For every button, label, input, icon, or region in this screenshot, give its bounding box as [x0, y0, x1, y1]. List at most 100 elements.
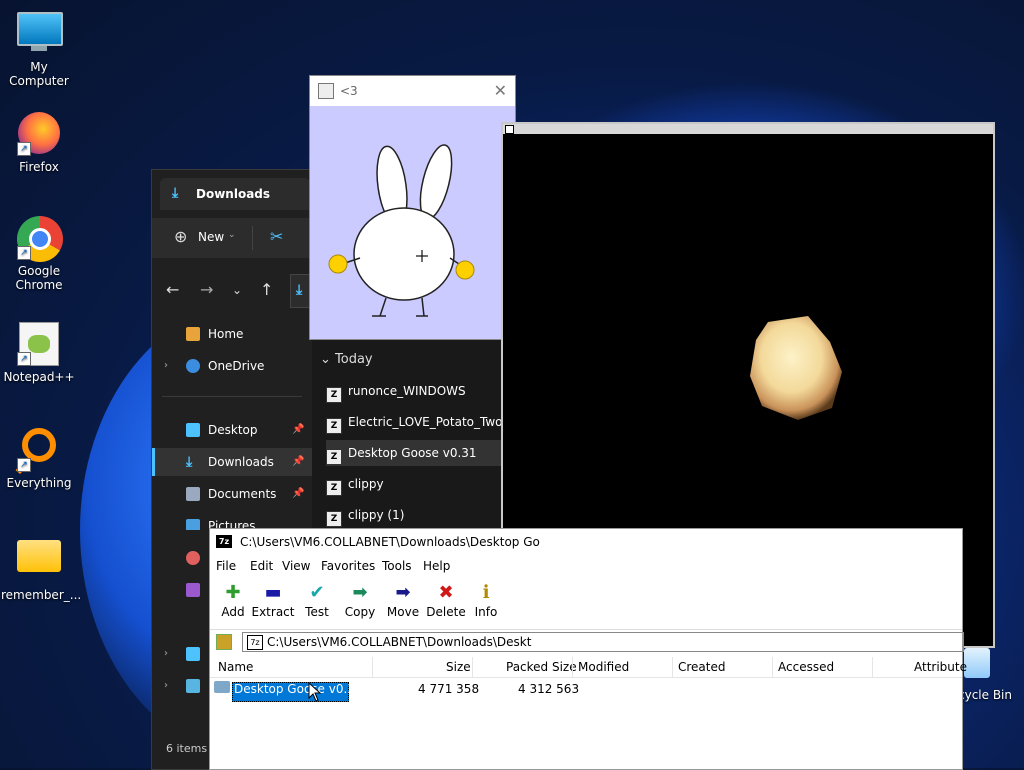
toolbar-label: Move	[386, 605, 420, 619]
address-field[interactable]: 7z C:\Users\VM6.COLLABNET\Downloads\Desk…	[242, 632, 964, 652]
group-header-label: Today	[335, 352, 373, 367]
list-item[interactable]: Z Electric_LOVE_Potato_TwoPo	[326, 409, 506, 435]
status-item-count: 6 items	[166, 742, 208, 755]
copy-button[interactable]: ➡ Copy	[337, 581, 383, 625]
column-divider[interactable]	[372, 657, 373, 677]
list-item[interactable]: Zclippy	[326, 471, 506, 497]
pc-icon	[186, 647, 200, 661]
column-header-packed-size[interactable]: Packed Size	[506, 660, 577, 674]
forward-arrow-icon[interactable]: →	[200, 280, 213, 299]
menu-tools[interactable]: Tools	[382, 559, 412, 573]
column-header-modified[interactable]: Modified	[578, 660, 629, 674]
desktop-icon-label: Google Chrome	[15, 264, 63, 292]
column-header-accessed[interactable]: Accessed	[778, 660, 834, 674]
download-icon: ⤓	[296, 282, 303, 298]
documents-icon	[186, 487, 200, 501]
test-button[interactable]: ✔ Test	[294, 581, 340, 625]
menu-view[interactable]: View	[282, 559, 310, 573]
file-name: runonce_WINDOWS	[348, 384, 466, 398]
column-header-created[interactable]: Created	[678, 660, 726, 674]
heart-window-titlebar[interactable]: <3 ✕	[310, 76, 515, 106]
desktop-icon-notepadpp[interactable]: ↗ Notepad++	[1, 322, 77, 384]
cut-icon[interactable]: ✂	[270, 227, 283, 246]
up-arrow-icon[interactable]: ↑	[260, 280, 273, 299]
desktop-icon-recycle-bin[interactable]: cycle Bin	[958, 648, 1024, 702]
sidebar-item-label: OneDrive	[208, 359, 265, 373]
folder-icon	[214, 681, 230, 693]
extract-button[interactable]: ▬ Extract	[250, 581, 296, 625]
menu-help[interactable]: Help	[423, 559, 450, 573]
folder-icon	[17, 540, 61, 584]
pin-icon[interactable]: 📌	[292, 480, 304, 508]
desktop-icon-my-computer[interactable]: My Computer	[1, 8, 77, 88]
folder-up-icon[interactable]	[216, 634, 232, 650]
delete-button[interactable]: ✖ Delete	[423, 581, 469, 625]
list-item[interactable]: Zclippy (1)	[326, 502, 506, 528]
pictures-icon	[186, 519, 200, 530]
extract-icon: ▬	[264, 582, 282, 603]
desktop-icon-chrome[interactable]: ↗ Google Chrome	[1, 216, 77, 292]
sidebar-item-onedrive[interactable]: › OneDrive	[152, 352, 310, 380]
list-item[interactable]: Z Desktop Goose v0.31	[326, 440, 506, 466]
zip-file-icon: Z	[326, 387, 342, 403]
notepad-plus-plus-icon: ↗	[17, 322, 61, 366]
chevron-right-icon: ›	[164, 648, 168, 659]
menu-favorites[interactable]: Favorites	[321, 559, 375, 573]
pin-icon[interactable]: 📌	[292, 448, 304, 476]
table-row[interactable]: Desktop Goose v0.31 4 771 358 4 312 563	[210, 679, 962, 702]
close-icon[interactable]: ✕	[494, 81, 507, 100]
zip-file-icon: Z	[326, 511, 342, 527]
desktop-icon-label: Firefox	[19, 160, 59, 174]
chevron-down-icon[interactable]: ⌄	[232, 283, 242, 297]
delete-icon: ✖	[438, 582, 454, 603]
column-divider[interactable]	[872, 657, 873, 677]
column-divider[interactable]	[672, 657, 673, 677]
menu-file[interactable]: File	[216, 559, 236, 573]
list-item[interactable]: Zrunonce_WINDOWS	[326, 378, 506, 404]
desktop-icon-firefox[interactable]: ↗ Firefox	[1, 112, 77, 174]
file-name: clippy (1)	[348, 508, 405, 522]
mouse-cursor-icon	[308, 682, 322, 702]
column-header-attributes[interactable]: Attribute	[914, 660, 967, 674]
sidebar-item-downloads[interactable]: ⤓ Downloads 📌	[152, 448, 313, 476]
potato-sprite	[750, 316, 842, 420]
window-title: C:\Users\VM6.COLLABNET\Downloads\Desktop…	[240, 535, 540, 549]
back-arrow-icon[interactable]: ←	[166, 280, 179, 299]
column-header-name[interactable]: Name	[218, 660, 253, 674]
firefox-icon: ↗	[17, 112, 61, 156]
desktop-icon-everything[interactable]: ↗ Everything	[1, 428, 77, 490]
sidebar-item-desktop[interactable]: Desktop 📌	[152, 416, 310, 444]
info-button[interactable]: ℹ Info	[466, 581, 506, 625]
desktop-icon-label: Everything	[6, 476, 72, 490]
column-divider[interactable]	[572, 657, 573, 677]
address-row: 7z C:\Users\VM6.COLLABNET\Downloads\Desk…	[210, 629, 964, 654]
chrome-icon: ↗	[17, 216, 63, 262]
cloud-icon	[186, 359, 200, 373]
group-header-today[interactable]: ⌄ Today	[320, 352, 373, 367]
pin-icon[interactable]: 📌	[292, 416, 304, 444]
column-divider[interactable]	[772, 657, 773, 677]
download-icon: ⤓	[186, 454, 193, 470]
window-menu-icon[interactable]	[505, 125, 514, 134]
recycle-bin-icon	[964, 648, 990, 678]
menu-edit[interactable]: Edit	[250, 559, 273, 573]
column-divider[interactable]	[472, 657, 473, 677]
address-text: C:\Users\VM6.COLLABNET\Downloads\Deskt	[267, 635, 532, 649]
new-button[interactable]: New	[198, 230, 224, 244]
sidebar-item-documents[interactable]: Documents 📌	[152, 480, 310, 508]
sidebar-item-home[interactable]: Home	[152, 320, 310, 348]
test-icon: ✔	[309, 582, 325, 603]
desktop-icon-remember[interactable]: remember_...	[1, 532, 81, 602]
download-icon: ⤓	[172, 185, 179, 201]
sidebar-item-label: Downloads	[208, 455, 274, 469]
sevenzip-window: 7z C:\Users\VM6.COLLABNET\Downloads\Desk…	[209, 528, 967, 770]
sevenzip-titlebar[interactable]: 7z C:\Users\VM6.COLLABNET\Downloads\Desk…	[210, 529, 962, 555]
desktop-icon-label: Notepad++	[3, 370, 75, 384]
row-name: Desktop Goose v0.31	[234, 682, 363, 696]
move-button[interactable]: ➡ Move	[380, 581, 426, 625]
window-titlebar[interactable]	[503, 124, 993, 134]
tab-downloads[interactable]: ⤓ Downloads	[160, 178, 310, 210]
info-icon: ℹ	[482, 582, 490, 603]
toolbar-label: Delete	[426, 605, 466, 619]
column-header-size[interactable]: Size	[446, 660, 471, 674]
